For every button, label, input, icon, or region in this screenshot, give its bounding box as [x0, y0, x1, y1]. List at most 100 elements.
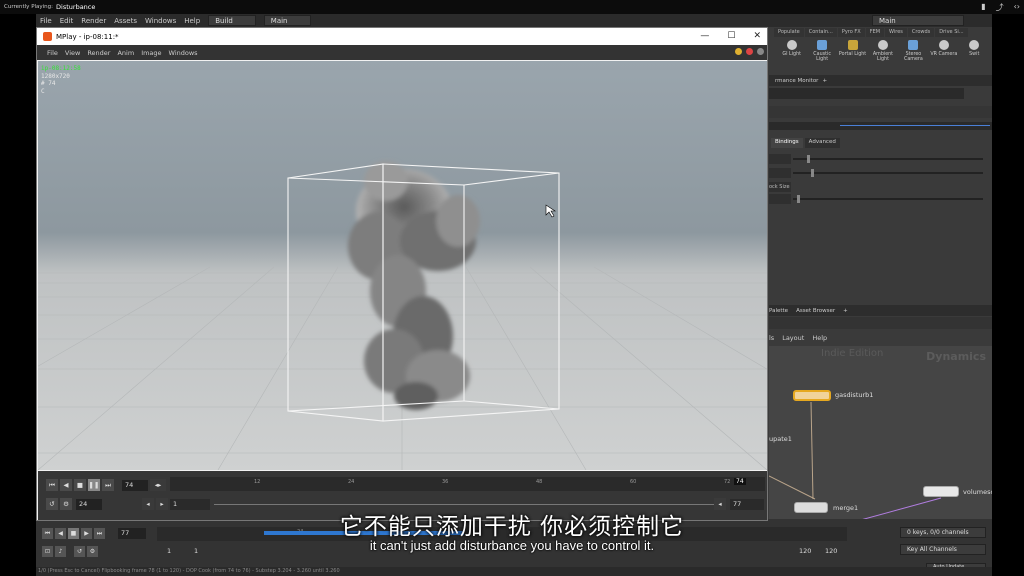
gi-light-tool[interactable]: GI Light — [778, 40, 805, 70]
add-tab-icon[interactable]: + — [822, 78, 827, 84]
mouse-cursor — [545, 204, 556, 218]
tool-label: Swit — [969, 52, 980, 57]
param-slider[interactable] — [793, 169, 983, 177]
mp-play-reverse-button[interactable]: ◀ — [60, 479, 72, 491]
mplay-menu-anim[interactable]: Anim — [117, 49, 134, 57]
bookmark-icon[interactable]: ▮ — [981, 2, 985, 13]
stereo-camera-tool[interactable]: Stereo Camera — [900, 40, 927, 70]
shelf-tab-drive[interactable]: Drive Si... — [935, 28, 968, 37]
menu-help[interactable]: Help — [184, 17, 200, 25]
mp-step-arrows[interactable]: ◂▸ — [150, 479, 166, 491]
mplay-viewport[interactable]: ip-08:12:58 1280x720 # 74 C — [38, 61, 767, 470]
slider-knob[interactable] — [811, 169, 814, 177]
mplay-titlebar[interactable]: MPlay - ip-08:11:* — ☐ ✕ — [37, 28, 767, 45]
mplay-menu-render[interactable]: Render — [87, 49, 110, 57]
node-name-field[interactable] — [769, 122, 992, 130]
menu-render[interactable]: Render — [81, 17, 106, 25]
switcher-icon — [969, 40, 980, 50]
menu-file[interactable]: File — [40, 17, 52, 25]
tool-label: Caustic Light — [813, 52, 831, 62]
portal-light-tool[interactable]: Portal Light — [839, 40, 866, 70]
mp-go-to-end-button[interactable]: ⏭ — [102, 479, 114, 491]
tab-palette[interactable]: Palette — [769, 308, 788, 314]
mplay-menu-file[interactable]: File — [47, 49, 58, 57]
tab-performance-monitor[interactable]: rmance Monitor — [775, 78, 818, 84]
shelf-tools: GI Light Caustic Light Portal Light Ambi… — [774, 38, 992, 72]
mp-frame-field[interactable]: 74 — [122, 480, 148, 491]
desktop-dropdown[interactable]: Build — [208, 15, 256, 26]
render-info: ip-08:12:58 1280x720 # 74 C — [41, 65, 81, 95]
param-row — [769, 194, 992, 204]
tab-advanced[interactable]: Advanced — [804, 138, 840, 148]
network-pane-tabs: Palette Asset Browser + — [769, 305, 992, 316]
switcher-tool[interactable]: Swit — [961, 40, 988, 70]
parameter-pane: Bindings Advanced ock Size — [769, 86, 992, 296]
shelf-tab-fem[interactable]: FEM — [865, 28, 885, 37]
shelf-tab-wires[interactable]: Wires — [885, 28, 907, 37]
node-gasdisturb1[interactable] — [793, 390, 831, 401]
ambient-light-tool[interactable]: Ambient Light — [869, 40, 896, 70]
shelf-tab-pyrofx[interactable]: Pyro FX — [837, 28, 865, 37]
menu-layout[interactable]: Layout — [782, 334, 804, 342]
menu-edit[interactable]: Edit — [60, 17, 74, 25]
mplay-window: MPlay - ip-08:11:* — ☐ ✕ File View Rende… — [36, 27, 768, 521]
mp-pause-button[interactable]: ❚❚ — [88, 479, 100, 491]
tab-bindings[interactable]: Bindings — [771, 138, 803, 148]
parameter-tabs: Bindings Advanced — [769, 138, 840, 148]
record-icon[interactable] — [746, 48, 753, 55]
node-label: volumesource1 — [963, 488, 992, 496]
param-slider[interactable] — [793, 195, 983, 203]
slider-knob[interactable] — [807, 155, 810, 163]
mp-range-track[interactable] — [214, 504, 726, 505]
mp-tick: 60 — [630, 479, 637, 485]
caustic-light-tool[interactable]: Caustic Light — [808, 40, 835, 70]
mp-frame-marker[interactable]: 74 — [734, 478, 746, 485]
smoke-plume — [348, 161, 480, 410]
mplay-menu-view[interactable]: View — [65, 49, 80, 57]
camera-icon — [908, 40, 919, 50]
options-icon[interactable] — [757, 48, 764, 55]
maximize-icon[interactable]: ☐ — [727, 28, 735, 45]
slider-knob[interactable] — [797, 195, 800, 203]
tool-label: Ambient Light — [872, 52, 894, 62]
houdini-logo-icon — [43, 32, 52, 41]
minimize-icon[interactable]: — — [700, 28, 709, 45]
share-icon[interactable]: ⤴ — [996, 2, 1004, 13]
mplay-menu-image[interactable]: Image — [141, 49, 161, 57]
context-dropdown[interactable]: Main — [263, 15, 311, 26]
status-line: 1/0 (Press Esc to Cancel) Flipbooking fr… — [36, 567, 992, 576]
close-icon[interactable]: ✕ — [753, 28, 761, 45]
snapshot-icon[interactable] — [735, 48, 742, 55]
mp-timeline-track[interactable]: 12 24 36 48 60 72 74 — [170, 477, 765, 491]
menu-windows[interactable]: Windows — [145, 17, 176, 25]
mp-tick: 24 — [348, 479, 355, 485]
path-bar[interactable] — [769, 88, 964, 99]
mp-tick: 36 — [442, 479, 449, 485]
tool-label: VR Camera — [930, 52, 958, 57]
right-context-dropdown[interactable]: Main — [872, 15, 964, 26]
param-slider[interactable] — [793, 155, 983, 163]
mp-go-to-start-button[interactable]: ⏮ — [46, 479, 58, 491]
node-volumesource1[interactable] — [923, 486, 959, 497]
mplay-menu-windows[interactable]: Windows — [169, 49, 198, 57]
mp-tick: 48 — [536, 479, 543, 485]
menu-tools[interactable]: ls — [769, 334, 774, 342]
frame-number: # 74 — [41, 80, 56, 87]
menu-assets[interactable]: Assets — [114, 17, 137, 25]
name-highlight — [840, 125, 990, 126]
mp-stop-button[interactable]: ■ — [74, 479, 86, 491]
shelf-tab-crowds[interactable]: Crowds — [907, 28, 935, 37]
wire — [810, 401, 814, 500]
code-icon[interactable]: ‹› — [1014, 2, 1020, 13]
tab-asset-browser[interactable]: Asset Browser — [796, 308, 835, 314]
network-path-bar[interactable] — [769, 317, 992, 329]
shelf-tab-container[interactable]: Contain... — [804, 28, 837, 37]
add-tab-icon[interactable]: + — [843, 308, 848, 314]
tool-label: Stereo Camera — [903, 52, 923, 62]
network-editor[interactable]: Indie Edition Dynamics gasdisturb1 upate… — [769, 346, 992, 521]
light-icon — [786, 40, 797, 50]
menu-help[interactable]: Help — [812, 334, 827, 342]
param-label — [769, 168, 791, 178]
vr-camera-tool[interactable]: VR Camera — [930, 40, 957, 70]
shelf-tab-populate[interactable]: Populate — [774, 28, 804, 37]
